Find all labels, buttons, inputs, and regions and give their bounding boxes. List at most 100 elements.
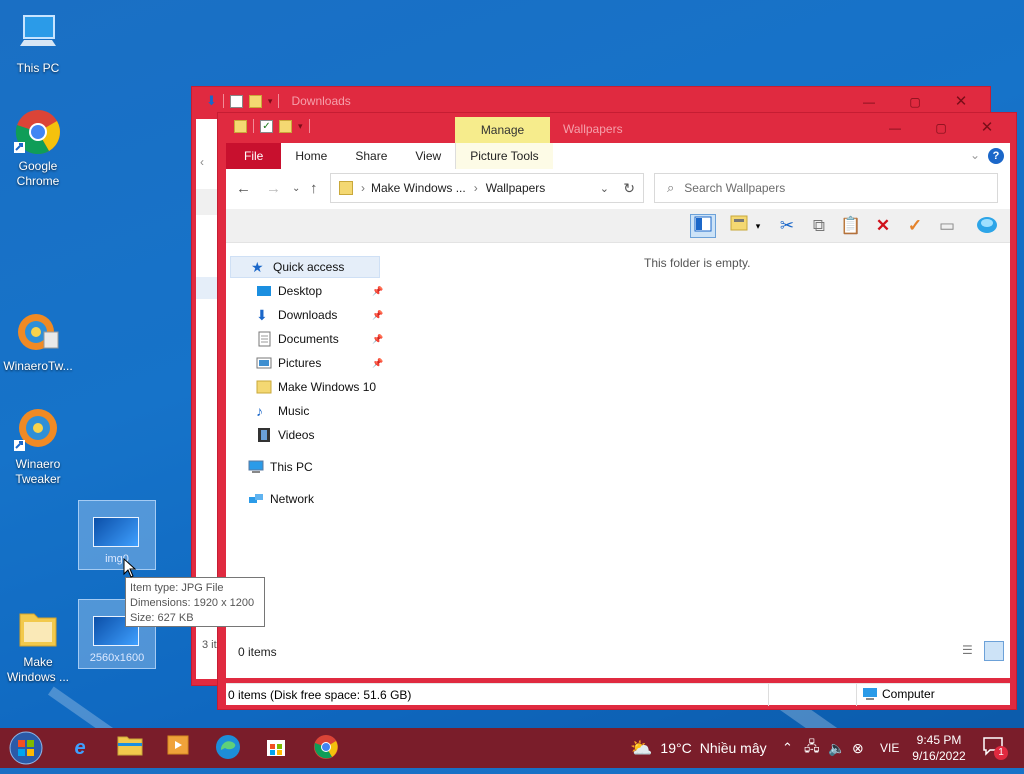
explorer-window[interactable]: ✓ ▾ Manage Wallpapers — ▢ ✕ File Home Sh… <box>217 112 1017 710</box>
sidebar-item-music[interactable]: ♪ Music <box>256 400 380 422</box>
dragged-file-img0[interactable]: img0 <box>78 500 156 570</box>
pin-icon[interactable]: 📌 <box>372 358 383 369</box>
layout-icon[interactable] <box>726 214 752 238</box>
clock[interactable]: 9:45 PM 9/16/2022 <box>908 732 970 764</box>
desktop-icon-make-windows-folder[interactable]: Make Windows ... <box>0 604 76 685</box>
chevron-down-icon[interactable]: ⌄ <box>600 182 609 195</box>
edge-icon[interactable] <box>214 734 242 762</box>
chrome-icon <box>14 108 62 156</box>
delete-icon[interactable]: ✕ <box>870 214 896 238</box>
sidebar-item-label: This PC <box>270 460 313 474</box>
desktop-icon-label: This PC <box>16 61 60 75</box>
partly-cloudy-icon: ⛅ <box>630 737 653 758</box>
expand-ribbon-icon[interactable]: ⌄ <box>970 148 980 162</box>
rename-icon[interactable]: ▭ <box>934 214 960 238</box>
status-x-icon[interactable]: ⊗ <box>852 728 864 768</box>
close-button[interactable]: ✕ <box>964 113 1010 143</box>
sidebar-item-documents[interactable]: Documents <box>256 328 380 350</box>
large-icons-view-icon[interactable] <box>984 641 1004 661</box>
sidebar-item-videos[interactable]: Videos <box>256 424 380 446</box>
refresh-icon[interactable]: ↻ <box>623 180 635 197</box>
copy-icon[interactable]: ⧉ <box>806 214 832 238</box>
sidebar-item-network[interactable]: Network <box>248 488 380 510</box>
tab-picture-tools[interactable]: Picture Tools <box>455 143 553 169</box>
sidebar-item-desktop[interactable]: Desktop <box>256 280 380 302</box>
file-explorer-icon[interactable] <box>116 734 144 762</box>
breadcrumb-item[interactable]: Make Windows ... <box>371 181 466 195</box>
show-hidden-icons-button[interactable]: ⌃ <box>782 728 793 768</box>
new-folder-icon[interactable] <box>279 119 292 133</box>
navigation-pane-icon[interactable] <box>690 214 716 238</box>
breadcrumb-item[interactable]: Wallpapers <box>486 181 546 195</box>
up-arrow-icon[interactable]: ↑ <box>310 180 318 197</box>
tooltip-item-type: Item type: JPG File <box>130 582 224 594</box>
chevron-down-icon[interactable]: ▾ <box>752 214 764 238</box>
file-label: img0 <box>105 553 129 565</box>
store-icon[interactable] <box>262 734 290 762</box>
start-button[interactable] <box>8 730 44 766</box>
chevron-up-icon: ⌃ <box>782 740 793 755</box>
chrome-icon[interactable] <box>312 734 340 762</box>
paste-icon[interactable]: 📋 <box>838 214 864 238</box>
sidebar-item-downloads[interactable]: ⬇ Downloads <box>256 304 380 326</box>
sidebar-item-this-pc[interactable]: This PC <box>248 456 380 478</box>
chevron-down-icon[interactable]: ▾ <box>298 121 303 132</box>
folder-icon[interactable] <box>234 119 247 133</box>
clock-time: 9:45 PM <box>916 733 962 747</box>
tab-share[interactable]: Share <box>341 143 401 169</box>
pin-icon[interactable]: 📌 <box>372 334 383 345</box>
cut-icon[interactable]: ✂ <box>774 214 800 238</box>
winaero-icon <box>14 308 62 356</box>
weather-widget[interactable]: ⛅ 19°C Nhiều mây <box>630 728 767 768</box>
sidebar-item-label: Network <box>270 492 315 506</box>
tab-view[interactable]: View <box>401 143 455 169</box>
properties-icon[interactable]: ✓ <box>260 119 273 133</box>
folder-icon <box>339 181 353 195</box>
maximize-button[interactable]: ▢ <box>918 113 964 143</box>
sidebar-item-label: Desktop <box>278 284 323 298</box>
search-icon: ⌕ <box>667 180 675 195</box>
desktop-icon-label: Winaero Tweaker <box>15 457 61 486</box>
sidebar-item-label: Documents <box>278 332 339 346</box>
search-input[interactable]: ⌕ Search Wallpapers <box>654 173 998 203</box>
desktop-icon-winaero-tweaker[interactable]: Winaero Tweaker <box>0 406 76 487</box>
properties-globe-icon[interactable] <box>974 214 1000 238</box>
folder-icon <box>256 379 272 395</box>
tab-manage[interactable]: Manage <box>455 117 550 144</box>
weather-description: Nhiều mây <box>699 740 767 756</box>
notification-center-button[interactable]: 1 <box>982 736 1008 760</box>
language-indicator[interactable]: VIE <box>880 728 899 768</box>
film-icon <box>256 427 272 443</box>
taskbar: e ⛅ 19°C Nhiều mây ⌃ 🖧 🔈 ⊗ VIE 9:45 PM 9… <box>0 728 1024 768</box>
details-view-icon[interactable]: ☰ <box>962 643 980 659</box>
sidebar-item-label: Make Windows 10 l <box>278 380 380 394</box>
media-player-icon[interactable] <box>164 734 192 762</box>
tab-file[interactable]: File <box>226 143 282 169</box>
forward-arrow-icon[interactable]: → <box>266 180 281 197</box>
image-thumbnail <box>93 517 139 547</box>
command-toolbar: ▾ ✂ ⧉ 📋 ✕ ✓ ▭ <box>226 209 1010 243</box>
chevron-right-icon: › <box>361 181 365 195</box>
back-arrow-icon[interactable]: ← <box>236 180 251 197</box>
desktop-icon-winaero-setup[interactable]: WinaeroTw... <box>0 308 76 374</box>
desktop-icon-google-chrome[interactable]: Google Chrome <box>0 108 76 189</box>
pin-icon[interactable]: 📌 <box>372 286 383 297</box>
network-tray-icon[interactable]: 🖧 <box>804 728 820 768</box>
tab-home[interactable]: Home <box>281 143 341 169</box>
desktop-icon-this-pc[interactable]: This PC <box>0 10 76 76</box>
search-placeholder: Search Wallpapers <box>684 181 786 195</box>
sidebar-item-quick-access[interactable]: ★ Quick access <box>230 256 380 278</box>
minimize-button[interactable]: — <box>872 113 918 143</box>
help-icon[interactable]: ? <box>988 148 1004 164</box>
pin-icon[interactable]: 📌 <box>372 310 383 321</box>
window-title: Downloads <box>291 94 351 108</box>
internet-explorer-icon[interactable]: e <box>66 734 94 762</box>
file-tooltip: Item type: JPG File Dimensions: 1920 x 1… <box>125 577 265 627</box>
navigation-bar: ← → ⌄ ↑ › Make Windows ... › Wallpapers … <box>226 169 1010 209</box>
volume-icon[interactable]: 🔈 <box>828 728 845 768</box>
recent-locations-icon[interactable]: ⌄ <box>292 183 300 194</box>
checkmark-icon[interactable]: ✓ <box>902 214 928 238</box>
sidebar-item-make-windows[interactable]: Make Windows 10 l <box>256 376 380 398</box>
address-bar[interactable]: › Make Windows ... › Wallpapers ⌄ ↻ <box>330 173 644 203</box>
sidebar-item-pictures[interactable]: Pictures <box>256 352 380 374</box>
